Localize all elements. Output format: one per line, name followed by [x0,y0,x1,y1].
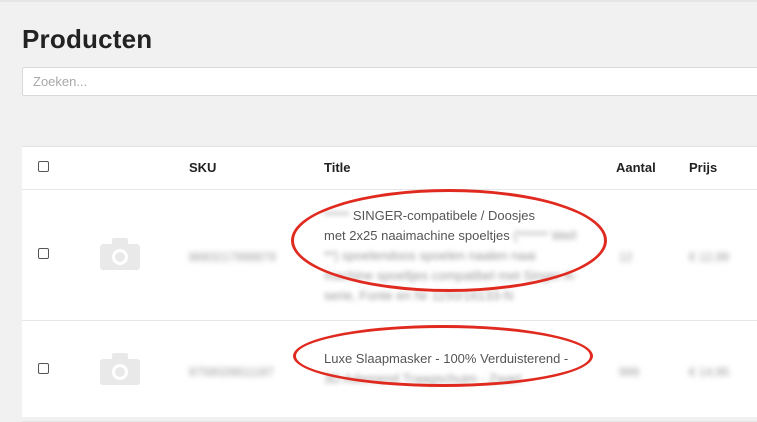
table-header: SKU Title Aantal Prijs [22,147,757,190]
column-header-title[interactable]: Title [324,160,351,175]
annotation-ellipse [293,325,593,387]
page-title: Producten [22,24,153,54]
product-prijs: € 12,99 [689,250,730,264]
column-header-aantal[interactable]: Aantal [616,160,656,175]
row-checkbox[interactable] [38,363,49,374]
product-sku: 8683217998879 [189,250,276,264]
product-aantal: 12 [619,250,633,264]
product-aantal: 999 [619,365,640,379]
annotation-ellipse [291,189,607,292]
row-checkbox[interactable] [38,248,49,259]
camera-icon [100,238,140,270]
column-header-sku[interactable]: SKU [189,160,216,175]
column-header-prijs[interactable]: Prijs [689,160,717,175]
camera-icon [100,353,140,385]
product-sku: 8758028811187 [189,365,274,379]
select-all-checkbox[interactable] [38,161,49,172]
product-prijs: € 14,95 [689,365,730,379]
search-box[interactable] [22,67,757,96]
search-input[interactable] [23,68,757,95]
top-divider [0,0,757,2]
